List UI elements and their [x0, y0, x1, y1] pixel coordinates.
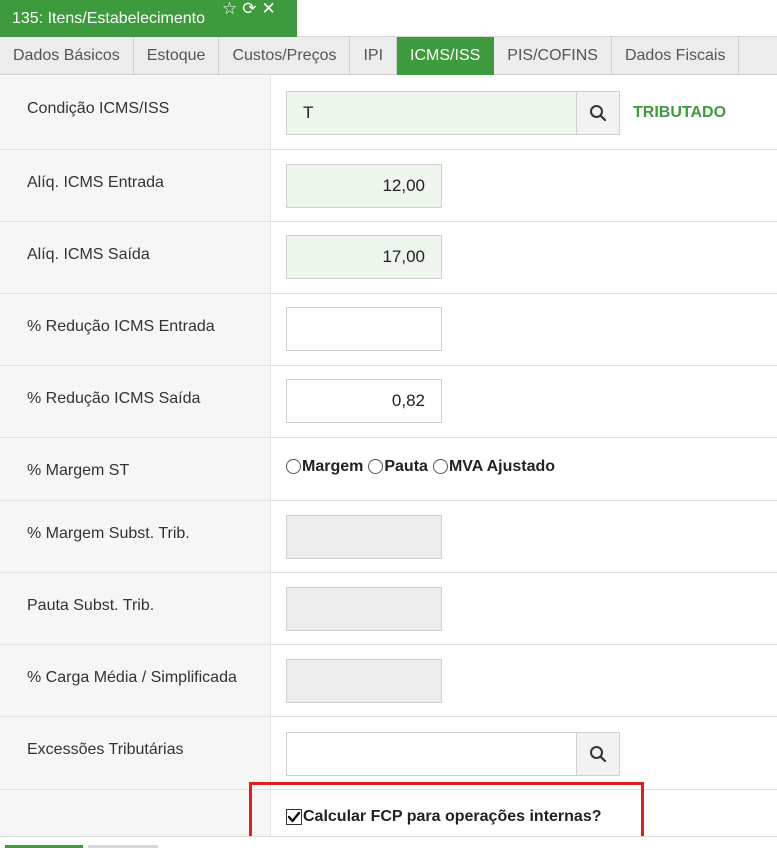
aliq-saida-input[interactable]: 17,00 — [286, 235, 442, 279]
checkmark-icon — [287, 811, 301, 823]
window-tab[interactable]: 135: Itens/Estabelecimento ☆ ⟳ ✕ — [0, 0, 297, 37]
radio-pauta-label: Pauta — [384, 458, 428, 475]
row-reducao-entrada: % Redução ICMS Entrada — [0, 294, 777, 366]
margem-st-label: % Margem ST — [27, 462, 130, 479]
aliq-saida-label: Alíq. ICMS Saída — [27, 246, 150, 263]
window-title: 135: Itens/Estabelecimento — [12, 9, 206, 27]
tab-bar: Dados Básicos Estoque Custos/Preços IPI … — [0, 37, 777, 75]
reducao-entrada-label: % Redução ICMS Entrada — [27, 318, 215, 335]
tab-pis-cofins[interactable]: PIS/COFINS — [494, 37, 612, 75]
margem-subst-input — [286, 515, 442, 559]
reducao-saida-input[interactable]: 0,82 — [286, 379, 442, 423]
row-pauta-subst: Pauta Subst. Trib. — [0, 573, 777, 645]
radio-mva-ajustado-label: MVA Ajustado — [448, 458, 556, 475]
condicao-input[interactable]: T — [286, 91, 577, 135]
row-condicao: Condição ICMS/ISS T TRIBUTADO — [0, 76, 777, 150]
row-excessoes: Excessões Tributárias — [0, 717, 777, 790]
row-margem-st: % Margem ST Margem Pauta MVA Ajustado — [0, 438, 777, 501]
fcp-checkbox[interactable] — [286, 809, 302, 825]
top-strip — [297, 0, 777, 37]
tab-estoque[interactable]: Estoque — [134, 37, 220, 75]
row-margem-subst: % Margem Subst. Trib. — [0, 501, 777, 573]
star-icon[interactable]: ☆ — [222, 0, 237, 18]
tab-icms-iss[interactable]: ICMS/ISS — [397, 37, 495, 75]
condicao-label: Condição ICMS/ISS — [27, 100, 170, 117]
aliq-entrada-label: Alíq. ICMS Entrada — [27, 174, 164, 191]
bottom-bar — [0, 836, 777, 848]
tab-custos-precos[interactable]: Custos/Preços — [219, 37, 351, 75]
margem-st-options: Margem Pauta MVA Ajustado — [286, 458, 560, 476]
row-reducao-saida: % Redução ICMS Saída 0,82 — [0, 366, 777, 438]
reducao-entrada-input[interactable] — [286, 307, 442, 351]
radio-pauta[interactable] — [368, 458, 384, 474]
row-aliq-entrada: Alíq. ICMS Entrada 12,00 — [0, 150, 777, 222]
reducao-saida-label: % Redução ICMS Saída — [27, 390, 201, 407]
excessoes-input[interactable] — [286, 732, 577, 776]
aliq-entrada-input[interactable]: 12,00 — [286, 164, 442, 208]
excessoes-search-button[interactable] — [576, 732, 620, 776]
refresh-icon[interactable]: ⟳ — [242, 0, 256, 18]
carga-media-input — [286, 659, 442, 703]
tab-dados-basicos[interactable]: Dados Básicos — [0, 37, 134, 75]
tab-ipi[interactable]: IPI — [350, 37, 398, 75]
pauta-subst-input — [286, 587, 442, 631]
margem-subst-label: % Margem Subst. Trib. — [27, 525, 190, 542]
pauta-subst-label: Pauta Subst. Trib. — [27, 597, 155, 614]
condicao-search-button[interactable] — [576, 91, 620, 135]
excessoes-label: Excessões Tributárias — [27, 741, 184, 758]
tab-icons: ☆ ⟳ ✕ — [222, 0, 281, 18]
radio-margem-label: Margem — [302, 458, 364, 475]
fcp-checkbox-row: Calcular FCP para operações internas? — [286, 808, 601, 826]
row-carga-media: % Carga Média / Simplificada — [0, 645, 777, 717]
search-icon — [590, 105, 607, 122]
radio-mva-ajustado[interactable] — [432, 458, 448, 474]
carga-media-label: % Carga Média / Simplificada — [27, 669, 237, 686]
fcp-label[interactable]: Calcular FCP para operações internas? — [303, 808, 601, 826]
close-icon[interactable]: ✕ — [262, 0, 276, 18]
row-aliq-saida: Alíq. ICMS Saída 17,00 — [0, 222, 777, 294]
tab-dados-fiscais[interactable]: Dados Fiscais — [612, 37, 740, 75]
search-icon — [590, 746, 607, 763]
condicao-status: TRIBUTADO — [633, 104, 727, 121]
icms-form: Condição ICMS/ISS T TRIBUTADO Alíq. ICMS… — [0, 76, 777, 836]
radio-margem[interactable] — [286, 458, 301, 474]
